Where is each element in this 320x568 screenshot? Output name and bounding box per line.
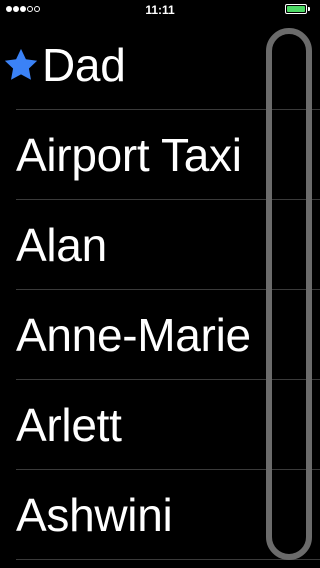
battery-icon [285,4,307,14]
battery-level [287,6,305,12]
divider [16,559,320,560]
battery-tip [308,7,310,11]
contact-name: Anne-Marie [16,309,251,361]
contact-name: Ashwini [16,489,173,541]
contact-name: Alan [16,219,107,271]
alphabet-scroll-bar[interactable] [266,28,312,560]
status-time: 11:11 [145,3,175,17]
status-bar: 11:11 [0,0,320,20]
contact-name: Arlett [16,399,122,451]
contact-name: Airport Taxi [16,129,242,181]
star-icon [4,48,38,80]
contact-name: Dad [42,39,126,91]
